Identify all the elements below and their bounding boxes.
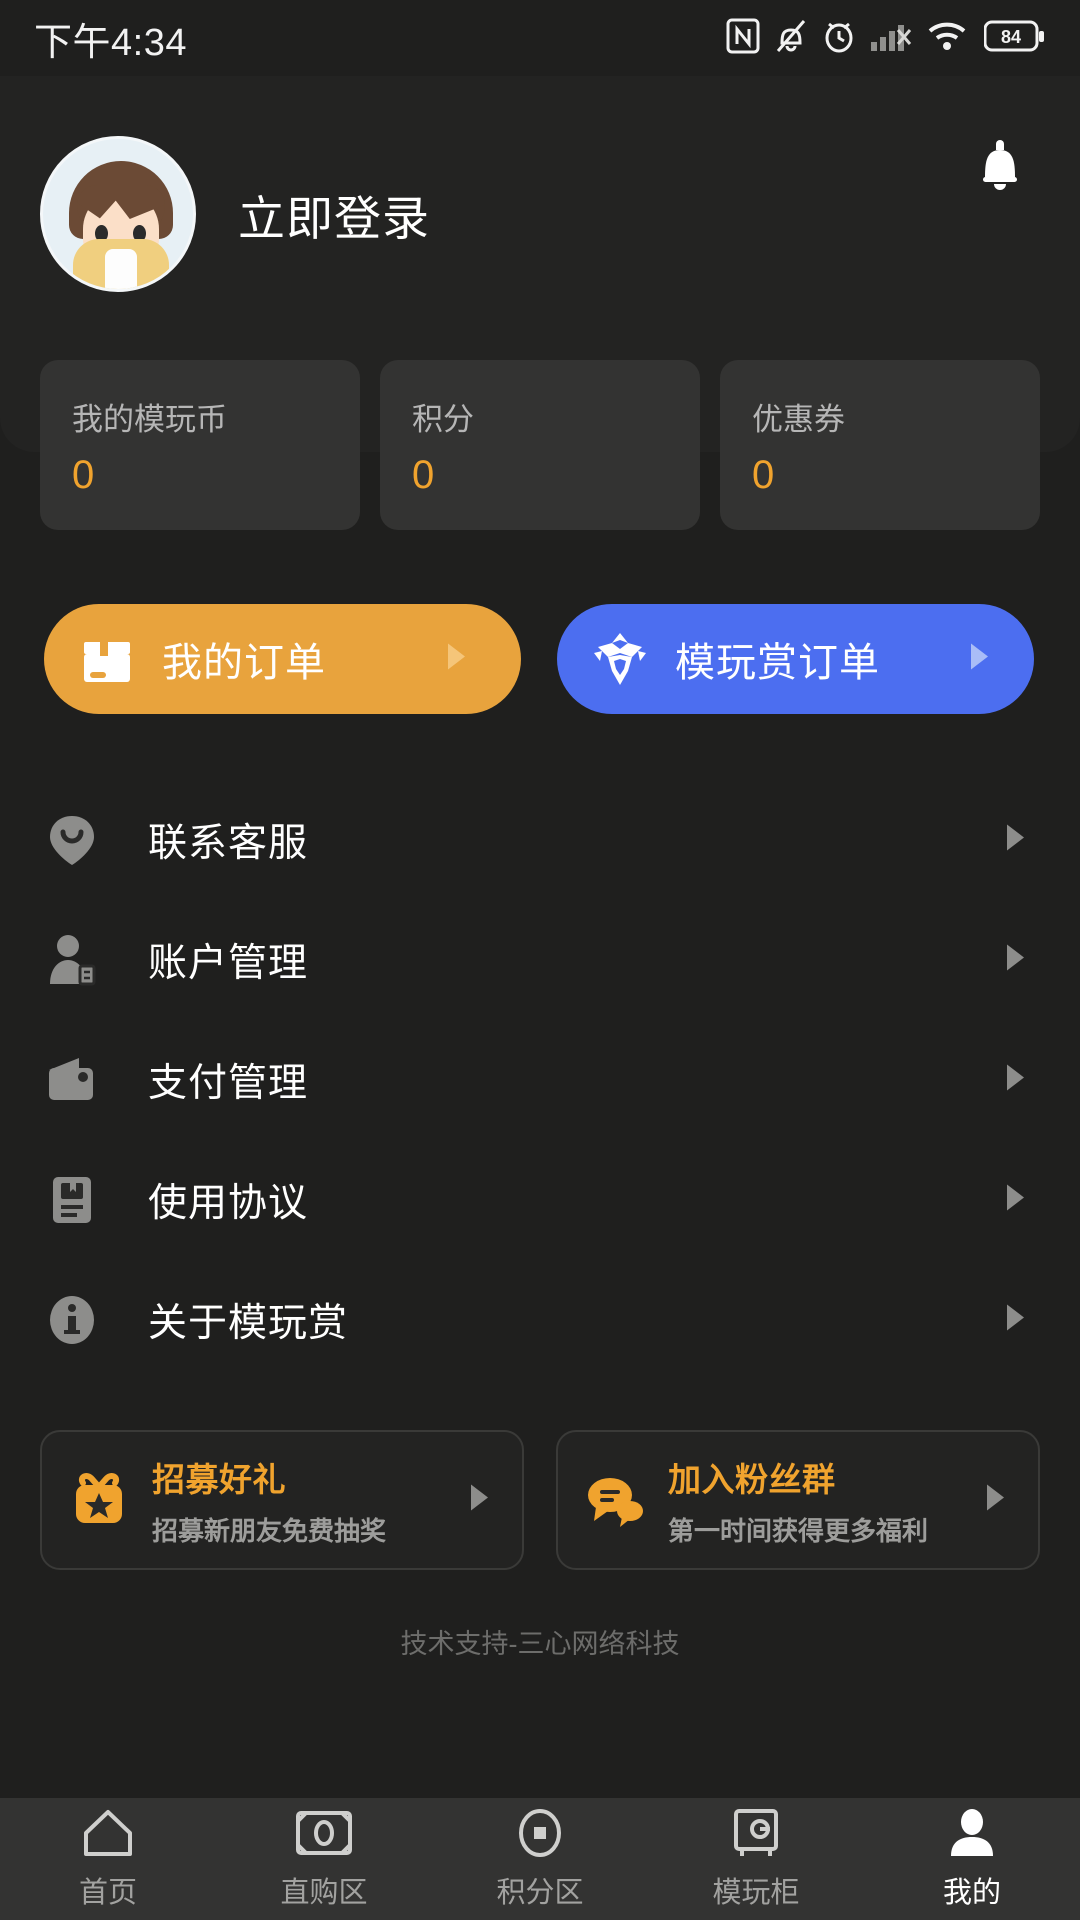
stat-card-points[interactable]: 积分 0 bbox=[380, 360, 700, 530]
status-icon-group: 84 bbox=[726, 17, 1046, 60]
order-buttons-row: 我的订单 模玩赏订单 bbox=[44, 604, 1034, 714]
menu-item-contact-support[interactable]: 联系客服 bbox=[0, 780, 1080, 900]
login-label[interactable]: 立即登录 bbox=[238, 180, 430, 249]
promo-card-fan-group[interactable]: 加入粉丝群 第一时间获得更多福利 bbox=[556, 1430, 1040, 1570]
chevron-right-icon bbox=[1004, 1182, 1028, 1219]
stat-value: 0 bbox=[752, 453, 775, 497]
banknote-icon bbox=[295, 1807, 353, 1859]
wifi-icon bbox=[926, 18, 970, 59]
menu-item-user-agreement[interactable]: 使用协议 bbox=[0, 1140, 1080, 1260]
status-time: 下午4:34 bbox=[34, 21, 187, 64]
tab-label: 积分区 bbox=[496, 1877, 584, 1909]
stat-card-coins[interactable]: 我的模玩币 0 bbox=[40, 360, 360, 530]
shang-orders-button[interactable]: 模玩赏订单 bbox=[557, 604, 1034, 714]
chevron-right-icon bbox=[984, 1482, 1008, 1519]
tab-label: 首页 bbox=[78, 1877, 137, 1909]
promo-text: 招募好礼 招募新朋友免费抽奖 bbox=[152, 1453, 386, 1548]
stat-label: 积分 bbox=[412, 402, 474, 437]
signal-off-icon bbox=[870, 18, 912, 59]
coin-icon bbox=[514, 1807, 566, 1859]
bottom-navigation: 首页 直购区 积分区 模玩柜 我的 bbox=[0, 1798, 1080, 1920]
tab-home[interactable]: 首页 bbox=[0, 1807, 216, 1911]
my-orders-button[interactable]: 我的订单 bbox=[44, 604, 521, 714]
safe-cabinet-icon bbox=[730, 1807, 782, 1859]
promo-card-recruit[interactable]: 招募好礼 招募新朋友免费抽奖 bbox=[40, 1430, 524, 1570]
promo-text: 加入粉丝群 第一时间获得更多福利 bbox=[668, 1453, 928, 1548]
menu-label: 账户管理 bbox=[148, 942, 309, 985]
support-smiley-pin-icon bbox=[44, 812, 100, 868]
chevron-right-icon bbox=[1004, 1302, 1028, 1339]
nfc-icon bbox=[726, 18, 760, 59]
promo-row: 招募好礼 招募新朋友免费抽奖 加入粉丝群 第一时间获得更多福利 bbox=[40, 1430, 1040, 1570]
package-box-icon bbox=[74, 626, 140, 692]
wallet-icon bbox=[44, 1052, 100, 1108]
menu-label: 联系客服 bbox=[148, 822, 309, 865]
tab-label: 直购区 bbox=[280, 1877, 368, 1909]
agreement-document-icon bbox=[44, 1172, 100, 1228]
chevron-right-icon bbox=[468, 1482, 492, 1519]
stat-label: 我的模玩币 bbox=[72, 402, 227, 437]
alarm-icon bbox=[822, 17, 856, 60]
menu-item-about[interactable]: 关于模玩赏 bbox=[0, 1260, 1080, 1380]
tab-label: 我的 bbox=[942, 1877, 1001, 1909]
order-label: 模玩赏订单 bbox=[675, 641, 880, 685]
tab-mine[interactable]: 我的 bbox=[864, 1807, 1080, 1911]
tab-cabinet[interactable]: 模玩柜 bbox=[648, 1807, 864, 1911]
avatar[interactable] bbox=[40, 136, 196, 292]
battery-icon: 84 bbox=[983, 19, 1046, 58]
profile-row[interactable]: 立即登录 bbox=[40, 134, 1040, 294]
tab-direct-buy[interactable]: 直购区 bbox=[216, 1807, 432, 1911]
chat-bubbles-icon bbox=[582, 1467, 648, 1533]
promo-title: 招募好礼 bbox=[152, 1460, 286, 1498]
menu-label: 使用协议 bbox=[148, 1182, 309, 1225]
chevron-right-icon bbox=[1004, 942, 1028, 979]
chevron-right-icon bbox=[968, 641, 992, 678]
battery-label: 84 bbox=[1001, 27, 1021, 47]
stat-value: 0 bbox=[72, 453, 95, 497]
menu-item-account-management[interactable]: 账户管理 bbox=[0, 900, 1080, 1020]
tab-points[interactable]: 积分区 bbox=[432, 1807, 648, 1911]
avatar-collar bbox=[105, 249, 137, 289]
promo-title: 加入粉丝群 bbox=[668, 1460, 836, 1498]
person-icon bbox=[946, 1807, 998, 1859]
stats-row: 我的模玩币 0 积分 0 优惠券 0 bbox=[40, 360, 1040, 530]
promo-subtitle: 第一时间获得更多福利 bbox=[668, 1515, 929, 1546]
account-person-card-icon bbox=[44, 932, 100, 988]
menu-item-payment-management[interactable]: 支付管理 bbox=[0, 1020, 1080, 1140]
status-bar: 下午4:34 84 bbox=[0, 0, 1080, 76]
bell-muted-icon bbox=[774, 17, 808, 60]
tech-support-note: 技术支持-三心网络科技 bbox=[400, 1629, 680, 1659]
tab-label: 模玩柜 bbox=[712, 1877, 800, 1909]
app-screen: 下午4:34 84 立即登录 我的模玩币 0 积分 0 优惠券 0 我的订单 模… bbox=[0, 0, 1080, 1920]
bell-icon bbox=[972, 133, 1028, 200]
order-label: 我的订单 bbox=[162, 641, 326, 685]
gift-star-icon bbox=[66, 1467, 132, 1533]
chevron-right-icon bbox=[445, 641, 469, 678]
stat-label: 优惠券 bbox=[752, 402, 845, 437]
mecha-head-icon bbox=[587, 626, 653, 692]
settings-menu: 联系客服 账户管理 支付管理 使用协议 关于模玩赏 bbox=[0, 780, 1080, 1380]
chevron-right-icon bbox=[1004, 1062, 1028, 1099]
stat-card-coupons[interactable]: 优惠券 0 bbox=[720, 360, 1040, 530]
menu-label: 支付管理 bbox=[148, 1062, 309, 1105]
info-circle-icon bbox=[44, 1292, 100, 1348]
home-icon bbox=[80, 1807, 136, 1859]
notification-bell-button[interactable] bbox=[964, 130, 1036, 202]
stat-value: 0 bbox=[412, 453, 435, 497]
promo-subtitle: 招募新朋友免费抽奖 bbox=[152, 1515, 387, 1546]
chevron-right-icon bbox=[1004, 822, 1028, 859]
menu-label: 关于模玩赏 bbox=[148, 1302, 349, 1345]
